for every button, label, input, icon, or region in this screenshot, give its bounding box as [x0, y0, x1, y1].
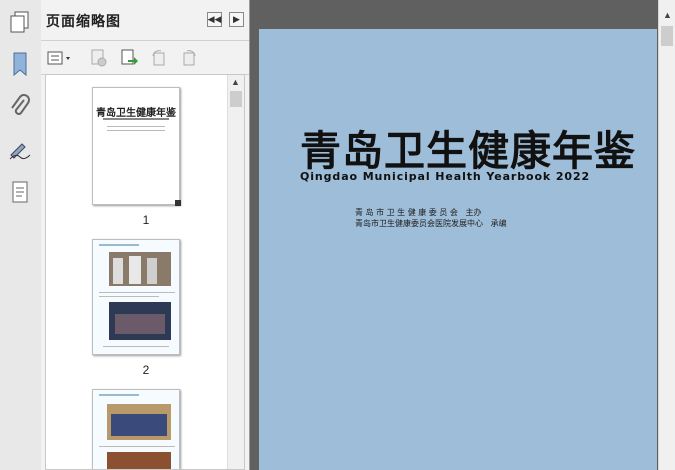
thumbnail-photo — [107, 452, 171, 469]
panel-title: 页面缩略图 — [46, 13, 121, 29]
content-icon[interactable] — [4, 176, 36, 208]
rotate-left-icon[interactable] — [149, 48, 169, 68]
thumbnail-scrollbar[interactable]: ▲ — [227, 75, 244, 469]
bookmarks-icon[interactable] — [4, 48, 36, 80]
thumbnail-page-3[interactable] — [92, 389, 180, 469]
thumbnail-header-line — [99, 394, 139, 396]
document-scrollbar[interactable]: ▲ — [658, 0, 675, 470]
thumbnail-text-line — [99, 296, 159, 297]
expand-panel-button[interactable]: ▶ — [229, 12, 244, 27]
thumbnail-header-line — [99, 244, 139, 246]
thumbnail-photo — [109, 302, 171, 340]
thumbnail-photo — [107, 404, 171, 440]
insert-pages-icon[interactable] — [119, 48, 139, 68]
attachments-icon[interactable] — [4, 90, 36, 122]
thumbnail-text-line — [107, 126, 165, 127]
scroll-up-arrow-icon[interactable]: ▲ — [231, 77, 240, 87]
scroll-thumb[interactable] — [661, 26, 673, 46]
rotate-right-icon[interactable] — [179, 48, 199, 68]
thumbnail-options-toolbar — [41, 41, 249, 75]
thumbnail-text-line — [99, 446, 175, 447]
cover-title-chinese: 青岛卫生健康年鉴 — [300, 127, 636, 175]
options-menu-icon[interactable] — [47, 48, 73, 68]
cover-title-english: Qingdao Municipal Health Yearbook 2022 — [300, 170, 591, 183]
cover-editor-line: 青岛市卫生健康委员会医院发展中心 承编 — [355, 219, 507, 228]
navigation-toolbar — [0, 0, 42, 470]
thumbnail-resize-handle[interactable] — [175, 200, 181, 206]
signatures-icon[interactable] — [4, 134, 36, 166]
cover-sponsor-line: 青 岛 市 卫 生 健 康 委 员 会 主办 — [355, 208, 482, 217]
thumbnail-page-2[interactable] — [92, 239, 180, 355]
thumbnail-page-1[interactable]: 青岛卫生健康年鉴 — [92, 87, 181, 206]
thumbnail-text-line — [107, 130, 165, 131]
panel-header: 页面缩略图 ◀◀ ▶ — [41, 0, 249, 41]
thumbnail-list[interactable]: 青岛卫生健康年鉴 1 2 ▲ — [45, 74, 245, 470]
thumbnail-text-line — [103, 346, 169, 347]
thumbnail-label: 1 — [142, 213, 150, 227]
thumbnail-label: 2 — [142, 363, 150, 377]
delete-pages-icon[interactable] — [89, 48, 109, 68]
thumbnail-cover-title: 青岛卫生健康年鉴 — [96, 108, 176, 119]
thumbnail-photo — [109, 252, 171, 286]
document-page: 青岛卫生健康年鉴 Qingdao Municipal Health Yearbo… — [259, 29, 657, 470]
document-view[interactable]: 青岛卫生健康年鉴 Qingdao Municipal Health Yearbo… — [250, 0, 658, 470]
thumbnail-panel: 页面缩略图 ◀◀ ▶ 青岛卫生健康年鉴 1 2 ▲ — [41, 0, 250, 470]
thumbnail-subtitle-line — [103, 118, 169, 120]
scroll-up-arrow-icon[interactable]: ▲ — [663, 10, 672, 20]
collapse-panel-button[interactable]: ◀◀ — [207, 12, 222, 27]
scroll-thumb[interactable] — [230, 91, 242, 107]
thumbnail-text-line — [99, 292, 175, 293]
page-thumbnails-icon[interactable] — [4, 6, 36, 38]
